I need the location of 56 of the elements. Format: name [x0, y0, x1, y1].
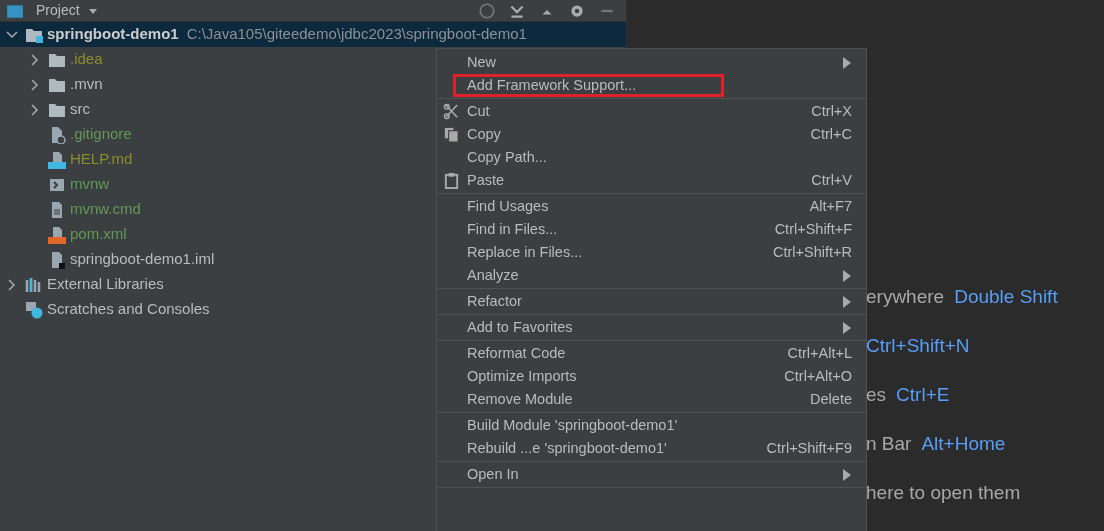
item-label: .idea: [70, 49, 103, 70]
item-label: src: [70, 99, 90, 120]
markdown-file-icon: [48, 150, 66, 169]
shortcut-text: Double Shift: [954, 285, 1058, 309]
menu-item[interactable]: Replace in Files... Ctrl+Shift+R: [437, 241, 866, 264]
hint-text: erywhere: [866, 285, 945, 309]
menu-item[interactable]: Copy Ctrl+C: [437, 123, 866, 146]
menu-item[interactable]: Add Framework Support...: [453, 74, 724, 97]
shortcut-label: Delete: [810, 389, 852, 409]
scratches-icon: [25, 300, 43, 319]
menu-item[interactable]: Analyze: [437, 264, 866, 287]
item-label: mvnw: [70, 174, 110, 195]
menu-item[interactable]: Remove Module Delete: [437, 388, 866, 411]
shortcut-text: Ctrl+E: [896, 383, 950, 407]
menu-item[interactable]: Build Module 'springboot-demo1': [437, 414, 866, 437]
path-label: C:\Java105\giteedemo\jdbc2023\springboot-demo1: [186, 24, 527, 45]
panel-title[interactable]: Project: [36, 0, 80, 21]
menu-item[interactable]: New: [437, 51, 866, 74]
menu-item[interactable]: Find in Files... Ctrl+Shift+F: [437, 218, 866, 241]
shortcut-label: Ctrl+Shift+R: [773, 242, 852, 262]
menu-item[interactable]: Reformat Code Ctrl+Alt+L: [437, 342, 866, 365]
hint-text: here to open them: [866, 481, 1021, 505]
menu-item[interactable]: Add to Favorites: [437, 316, 866, 339]
shortcut-label: Ctrl+C: [810, 124, 852, 144]
menu-item[interactable]: Rebuild ...e 'springboot-demo1' Ctrl+Shift+F9: [437, 437, 866, 460]
item-label: springboot-demo1: [47, 24, 179, 45]
shortcut-label: Alt+F7: [809, 196, 852, 216]
tree-item[interactable]: springboot-demo1 C:\Java105\giteedemo\jdbc2023\springboot-demo1: [0, 22, 626, 47]
shortcut-label: Ctrl+X: [811, 101, 852, 121]
item-label: Scratches and Consoles: [47, 299, 210, 320]
menu-item[interactable]: Find Usages Alt+F7: [437, 195, 866, 218]
item-label: mvnw.cmd: [70, 199, 141, 220]
item-label: External Libraries: [47, 274, 164, 295]
libraries-icon: [25, 275, 43, 294]
shortcut-label: Ctrl+Shift+F: [774, 219, 852, 239]
shortcut-label: Ctrl+V: [811, 170, 852, 190]
item-label: springboot-demo1.iml: [70, 249, 215, 270]
menu-item[interactable]: Copy Path...: [437, 146, 866, 169]
menu-item[interactable]: Refactor: [437, 290, 866, 313]
item-label: pom.xml: [70, 224, 127, 245]
item-label: .gitignore: [70, 124, 132, 145]
menu-item[interactable]: Paste Ctrl+V: [437, 169, 866, 192]
shortcut-label: Ctrl+Alt+L: [787, 343, 852, 363]
item-label: HELP.md: [70, 149, 133, 170]
menu-item[interactable]: Open In: [437, 463, 866, 486]
shortcut-text: Ctrl+Shift+N: [866, 334, 970, 358]
menu-item[interactable]: Cut Ctrl+X: [437, 100, 866, 123]
xml-file-icon: [48, 225, 66, 244]
shortcut-label: Ctrl+Shift+F9: [766, 438, 852, 458]
target-icon[interactable]: [478, 1, 496, 20]
menu-item[interactable]: Optimize Imports Ctrl+Alt+O: [437, 365, 866, 388]
hint-text: n Bar: [866, 432, 912, 456]
hint-text: es: [866, 383, 887, 407]
item-label: .mvn: [70, 74, 103, 95]
shortcut-label: Ctrl+Alt+O: [784, 366, 852, 386]
shortcut-text: Alt+Home: [921, 432, 1006, 456]
